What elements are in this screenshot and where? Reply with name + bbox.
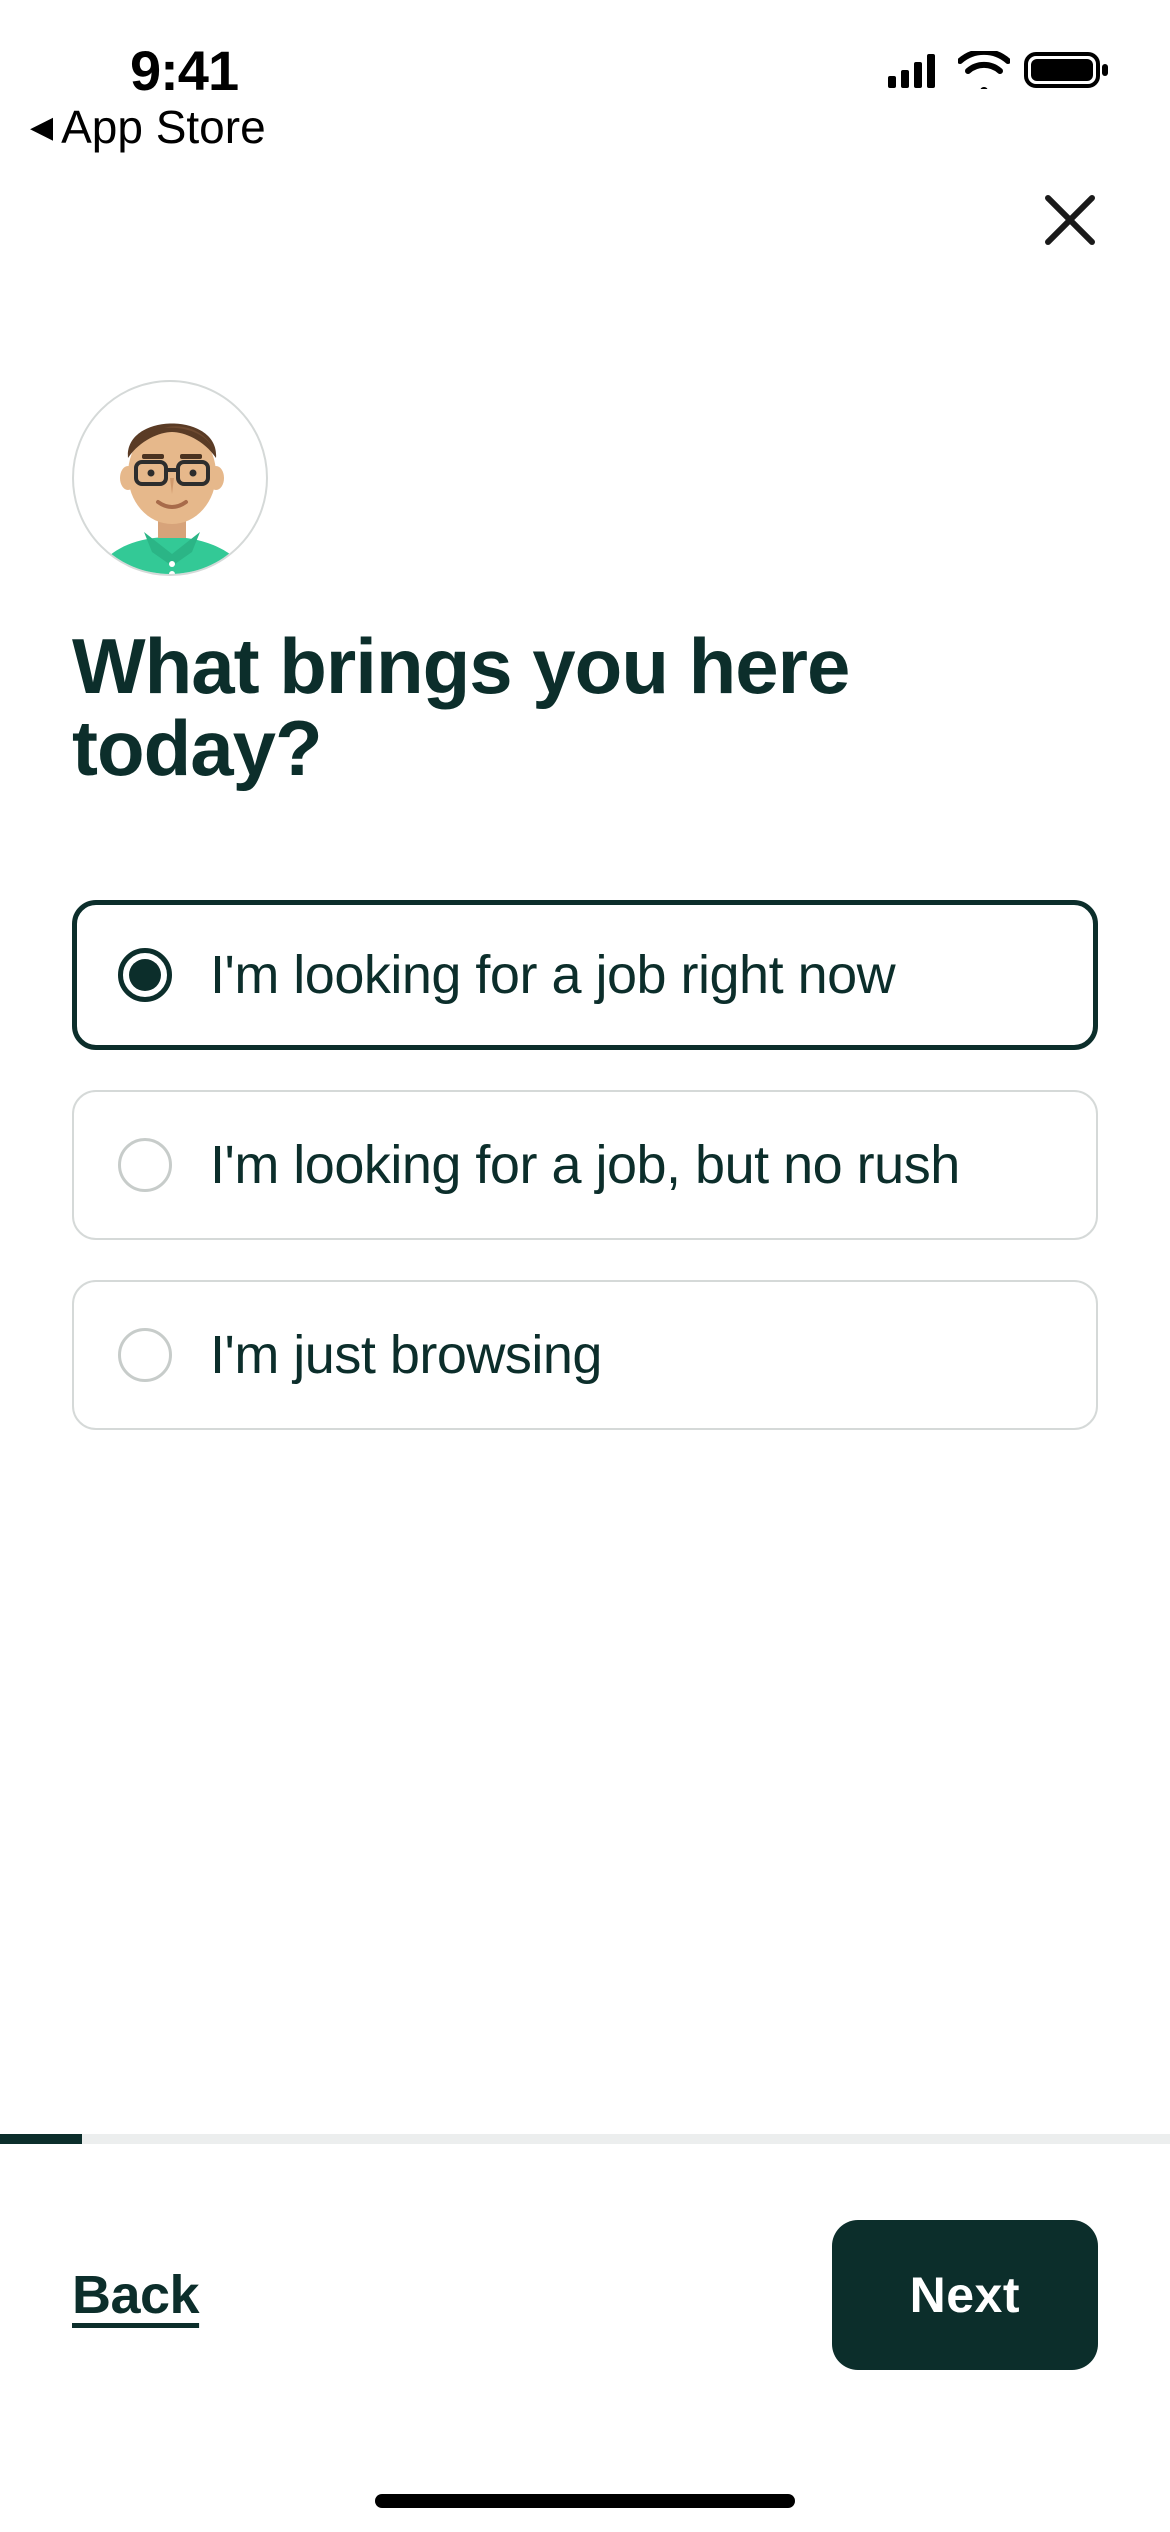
status-icons (888, 50, 1110, 90)
battery-icon (1024, 50, 1110, 90)
radio-icon (118, 948, 172, 1002)
close-icon (1042, 192, 1098, 248)
home-indicator[interactable] (375, 2494, 795, 2508)
avatar (72, 380, 268, 576)
radio-icon (118, 1328, 172, 1382)
option-looking-now[interactable]: I'm looking for a job right now (72, 900, 1098, 1050)
status-time: 9:41 (130, 38, 238, 103)
close-button[interactable] (1030, 180, 1110, 260)
option-just-browsing[interactable]: I'm just browsing (72, 1280, 1098, 1430)
cellular-icon (888, 52, 944, 88)
status-bar: 9:41 (0, 0, 1170, 110)
avatar-illustration (74, 382, 268, 576)
progress-fill (0, 2134, 82, 2144)
option-label: I'm just browsing (210, 1324, 602, 1386)
progress-bar (0, 2134, 1170, 2144)
page-title: What brings you here today? (72, 626, 1098, 790)
breadcrumb-label: App Store (61, 100, 266, 154)
option-looking-no-rush[interactable]: I'm looking for a job, but no rush (72, 1090, 1098, 1240)
options-list: I'm looking for a job right now I'm look… (72, 900, 1098, 1430)
back-triangle-icon: ◀ (30, 110, 53, 145)
back-button[interactable]: Back (72, 2264, 199, 2326)
footer-nav: Back Next (72, 2220, 1098, 2370)
wifi-icon (958, 51, 1010, 89)
back-to-app-store[interactable]: ◀ App Store (30, 100, 266, 154)
option-label: I'm looking for a job right now (210, 944, 895, 1006)
radio-icon (118, 1138, 172, 1192)
option-label: I'm looking for a job, but no rush (210, 1134, 960, 1196)
next-button[interactable]: Next (832, 2220, 1098, 2370)
main-content: What brings you here today? I'm looking … (72, 380, 1098, 1430)
